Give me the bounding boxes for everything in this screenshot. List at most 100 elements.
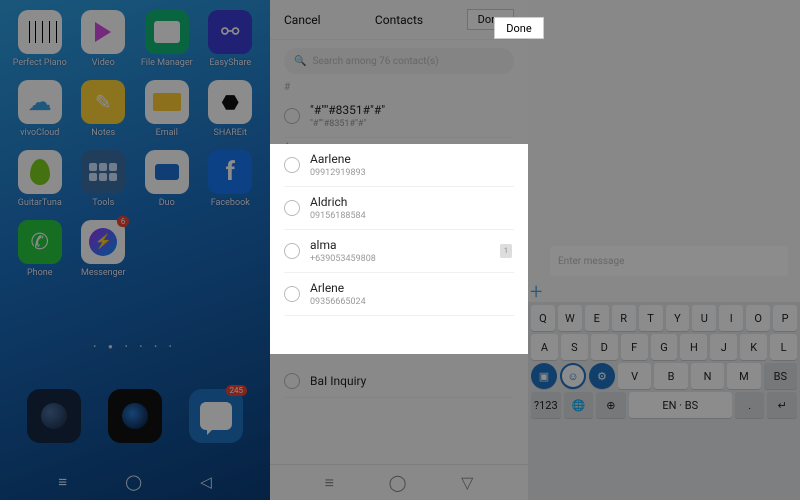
key-n[interactable]: N — [691, 363, 724, 389]
search-icon: 🔍 — [294, 56, 306, 67]
message-input[interactable]: Enter message — [550, 246, 788, 276]
key-i[interactable]: I — [719, 305, 743, 331]
app-icon — [18, 10, 62, 54]
nav-home-icon[interactable]: ◯ — [389, 473, 407, 492]
app-icon — [145, 80, 189, 124]
app-label: GuitarTuna — [18, 198, 62, 208]
nav-home-icon[interactable]: ◯ — [125, 473, 142, 491]
key-mode[interactable]: ?123 — [531, 392, 561, 418]
radio-unchecked-icon[interactable] — [284, 373, 300, 389]
app-file-manager[interactable]: File Manager — [135, 10, 199, 68]
app-email[interactable]: Email — [135, 80, 199, 138]
app-vivocloud[interactable]: ☁vivoCloud — [8, 80, 72, 138]
app-perfect-piano[interactable]: Perfect Piano — [8, 10, 72, 68]
contact-name: Arlene — [310, 281, 366, 295]
app-label: Tools — [92, 198, 114, 208]
key-j[interactable]: J — [710, 334, 737, 360]
contact-row[interactable]: "#""#8351#"#" "#""#8351#"#" — [284, 95, 514, 138]
key-t[interactable]: T — [639, 305, 663, 331]
app-icon — [145, 150, 189, 194]
badge: 6 — [117, 216, 130, 227]
key-r[interactable]: R — [612, 305, 636, 331]
app-phone[interactable]: ✆ Phone — [8, 220, 72, 278]
keyboard: QWERTYUIOP ASDFGHJKL ▣☺⚙VBNMBS ?123🌐⊕EN … — [528, 302, 800, 500]
app-notes[interactable]: ✎Notes — [72, 80, 136, 138]
key-d[interactable]: D — [591, 334, 618, 360]
dock-messages[interactable]: 245 — [189, 389, 243, 443]
key-p[interactable]: P — [773, 305, 797, 331]
key-space[interactable]: EN · BS — [629, 392, 732, 418]
app-shareit[interactable]: ⬣SHAREit — [199, 80, 263, 138]
contact-phone: 09156188584 — [310, 211, 366, 221]
key-g[interactable]: G — [651, 334, 678, 360]
nav-recent-icon[interactable]: ≡ — [325, 473, 334, 493]
contact-phone: 09356665024 — [310, 297, 366, 307]
app-label: File Manager — [141, 58, 193, 68]
app-facebook[interactable]: fFacebook — [199, 150, 263, 208]
app-label: Perfect Piano — [13, 58, 67, 68]
app-icon — [81, 10, 125, 54]
key-settings[interactable]: ⚙ — [589, 363, 615, 389]
cancel-button[interactable]: Cancel — [284, 13, 321, 27]
nav-bar: ≡ ◯ ▽ — [270, 464, 528, 500]
key-emoji[interactable]: ☺ — [560, 363, 586, 389]
app-label: Phone — [27, 268, 53, 278]
key-backspace[interactable]: BS — [764, 363, 797, 389]
search-input[interactable]: 🔍 Search among 76 contact(s) — [284, 48, 514, 74]
nav-recent-icon[interactable]: ≡ — [58, 473, 67, 491]
key-enter[interactable]: ↵ — [767, 392, 797, 418]
key-v[interactable]: V — [618, 363, 651, 389]
radio-unchecked-icon[interactable] — [284, 243, 300, 259]
nav-back-icon[interactable]: ▽ — [461, 473, 473, 492]
contact-row[interactable]: Arlene 09356665024 — [284, 273, 514, 316]
radio-unchecked-icon[interactable] — [284, 157, 300, 173]
key-e[interactable]: E — [585, 305, 609, 331]
key-a[interactable]: A — [531, 334, 558, 360]
done-button[interactable]: Done — [494, 17, 544, 39]
key-s[interactable]: S — [561, 334, 588, 360]
contact-name: BaI Inquiry — [310, 374, 366, 388]
key-k[interactable]: K — [740, 334, 767, 360]
page-indicator: • ● • • • • — [0, 342, 270, 351]
contact-name: Aldrich — [310, 195, 366, 209]
key-f[interactable]: F — [621, 334, 648, 360]
app-duo[interactable]: Duo — [135, 150, 199, 208]
contact-name: Aarlene — [310, 152, 366, 166]
nav-back-icon[interactable]: ◁ — [200, 473, 212, 491]
key-q[interactable]: Q — [531, 305, 555, 331]
app-tools[interactable]: Tools — [72, 150, 136, 208]
key-o[interactable]: O — [746, 305, 770, 331]
search-placeholder: Search among 76 contact(s) — [312, 56, 438, 67]
radio-unchecked-icon[interactable] — [284, 108, 300, 124]
key-lang[interactable]: 🌐 — [564, 392, 594, 418]
app-icon: ✆ — [18, 220, 62, 264]
key-period[interactable]: . — [735, 392, 765, 418]
app-video[interactable]: Video — [72, 10, 136, 68]
key-u[interactable]: U — [692, 305, 716, 331]
key-m[interactable]: M — [727, 363, 760, 389]
app-messenger[interactable]: ⚡6Messenger — [72, 220, 136, 278]
key-y[interactable]: Y — [666, 305, 690, 331]
app-guitartuna[interactable]: GuitarTuna — [8, 150, 72, 208]
key-l[interactable]: L — [770, 334, 797, 360]
radio-unchecked-icon[interactable] — [284, 286, 300, 302]
dock-browser[interactable] — [27, 389, 81, 443]
key-w[interactable]: W — [558, 305, 582, 331]
contact-row[interactable]: alma+6390534598081 — [284, 230, 514, 273]
key-b[interactable]: B — [654, 363, 687, 389]
home-screen: Perfect Piano Video File Manager ⚯EasyShare… — [0, 0, 270, 500]
app-icon: ☁ — [18, 80, 62, 124]
radio-unchecked-icon[interactable] — [284, 200, 300, 216]
key-h[interactable]: H — [680, 334, 707, 360]
dock-camera[interactable] — [108, 389, 162, 443]
contact-row[interactable]: Aarlene09912919893 — [284, 144, 514, 187]
contact-row[interactable]: Aldrich 09156188584 — [284, 187, 514, 230]
app-label: Video — [92, 58, 115, 68]
app-label: Notes — [91, 128, 115, 138]
contact-row[interactable]: BaI Inquiry — [284, 365, 514, 398]
app-label: Messenger — [81, 268, 126, 278]
contact-name: alma — [310, 238, 376, 252]
key-globe[interactable]: ⊕ — [596, 392, 626, 418]
app-easyshare[interactable]: ⚯EasyShare — [199, 10, 263, 68]
key-sticker[interactable]: ▣ — [531, 363, 557, 389]
